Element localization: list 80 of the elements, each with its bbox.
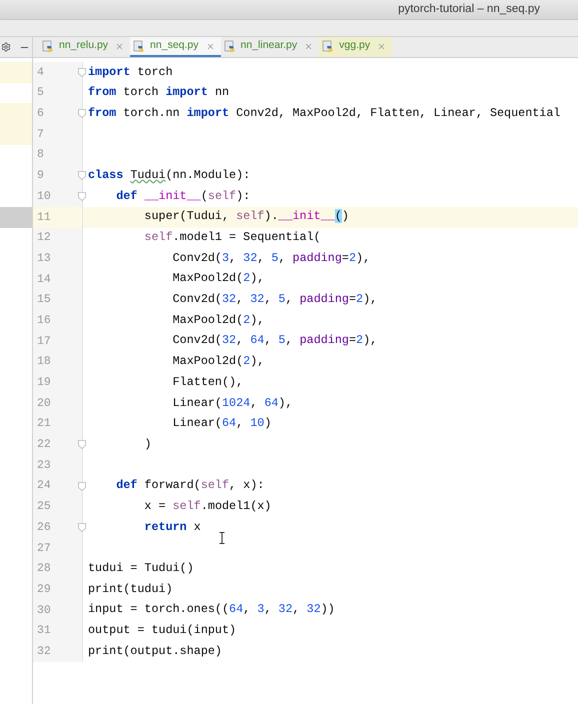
code-line: self.model1 = Sequential( bbox=[143, 229, 321, 246]
code-line: class Tudui(nn.Module): bbox=[88, 166, 250, 184]
python-file-icon bbox=[42, 40, 55, 52]
editor-tab[interactable]: nn_seq.py bbox=[130, 37, 221, 57]
line-number: 6 bbox=[37, 106, 45, 122]
fold-marker-icon[interactable] bbox=[78, 192, 86, 201]
line-number: 4 bbox=[37, 64, 45, 81]
code-line: Conv2d(32, 64, 5, padding=2), bbox=[172, 332, 378, 350]
python-file-icon bbox=[224, 40, 237, 52]
line-number: 19 bbox=[37, 375, 52, 392]
line-number: 8 bbox=[37, 147, 45, 164]
close-icon[interactable] bbox=[304, 42, 314, 50]
line-number: 24 bbox=[37, 478, 52, 494]
python-file-icon bbox=[322, 40, 336, 52]
editor-tab[interactable]: vgg.py bbox=[319, 37, 392, 57]
code-line: super(Tudui, self).__init__() bbox=[143, 208, 349, 226]
line-number: 21 bbox=[37, 416, 52, 432]
line-number: 14 bbox=[37, 272, 52, 288]
line-number: 12 bbox=[37, 230, 52, 246]
fold-marker-icon[interactable] bbox=[78, 171, 86, 180]
tree-row[interactable] bbox=[0, 124, 32, 145]
line-number: 16 bbox=[37, 312, 52, 329]
code-line: tudui = Tudui() bbox=[88, 560, 194, 578]
code-line: from torch import nn bbox=[88, 84, 230, 102]
line-number: 18 bbox=[37, 354, 52, 370]
code-line: Flatten(), bbox=[172, 374, 244, 391]
code-line: input = torch.ones((64, 3, 32, 32)) bbox=[88, 601, 335, 618]
line-number: 15 bbox=[37, 292, 52, 308]
line-number: 13 bbox=[37, 250, 52, 267]
code-line: x = self.model1(x) bbox=[143, 498, 272, 515]
fold-marker-icon[interactable] bbox=[78, 440, 86, 450]
tree-row[interactable] bbox=[0, 206, 32, 228]
code-line: from torch.nn import Conv2d, MaxPool2d, Flatten, Linear, Sequential bbox=[88, 104, 560, 122]
code-line: ) bbox=[143, 436, 152, 453]
code-line: print(tudui) bbox=[88, 580, 173, 598]
line-number: 28 bbox=[37, 561, 52, 578]
line-number: 22 bbox=[37, 437, 52, 454]
code-line: def forward(self, x): bbox=[115, 477, 264, 494]
code-line: Conv2d(32, 32, 5, padding=2), bbox=[172, 291, 378, 308]
fold-marker-icon[interactable] bbox=[78, 109, 86, 118]
tree-row[interactable] bbox=[0, 103, 32, 124]
settings-icon[interactable] bbox=[1, 42, 11, 52]
code-line: Conv2d(3, 32, 5, padding=2), bbox=[172, 250, 370, 267]
line-number: 26 bbox=[37, 520, 52, 536]
line-number: 5 bbox=[37, 85, 45, 102]
line-number: 10 bbox=[37, 188, 52, 205]
line-number: 27 bbox=[37, 540, 52, 557]
code-line: output = tudui(input) bbox=[88, 622, 236, 640]
close-icon[interactable] bbox=[115, 42, 124, 50]
line-number: 17 bbox=[37, 334, 52, 350]
line-number: 31 bbox=[37, 623, 52, 640]
code-line: def __init__(self): bbox=[115, 188, 250, 205]
line-number: 30 bbox=[37, 602, 52, 619]
tree-row[interactable] bbox=[0, 62, 32, 83]
line-number: 32 bbox=[37, 644, 52, 660]
line-number: 7 bbox=[37, 126, 45, 143]
window-title: pytorch-tutorial – nn_seq.py bbox=[398, 2, 540, 17]
fold-marker-icon[interactable] bbox=[78, 522, 86, 532]
python-file-icon bbox=[133, 40, 146, 52]
code-line: Linear(1024, 64), bbox=[172, 394, 293, 412]
close-icon[interactable] bbox=[206, 42, 215, 50]
editor-tab[interactable]: nn_relu.py bbox=[39, 37, 130, 57]
code-line: MaxPool2d(2), bbox=[172, 353, 264, 370]
editor-tab[interactable]: nn_linear.py bbox=[220, 37, 320, 57]
code-line: Linear(64, 10) bbox=[172, 415, 272, 432]
text-cursor-icon bbox=[219, 532, 225, 544]
line-number: 20 bbox=[37, 396, 52, 412]
code-line: import torch bbox=[88, 64, 173, 81]
code-line: print(output.shape) bbox=[88, 642, 222, 660]
line-number: 29 bbox=[37, 582, 52, 598]
line-number: 11 bbox=[37, 210, 52, 226]
line-number: 25 bbox=[37, 499, 52, 516]
fold-marker-icon[interactable] bbox=[78, 482, 86, 491]
line-number: 23 bbox=[37, 458, 52, 474]
code-line: return x bbox=[143, 518, 201, 536]
code-line: MaxPool2d(2), bbox=[172, 312, 264, 329]
close-icon[interactable] bbox=[377, 42, 386, 50]
fold-marker-icon[interactable] bbox=[78, 68, 86, 77]
code-line: MaxPool2d(2), bbox=[172, 270, 264, 288]
line-number: 9 bbox=[37, 168, 45, 184]
